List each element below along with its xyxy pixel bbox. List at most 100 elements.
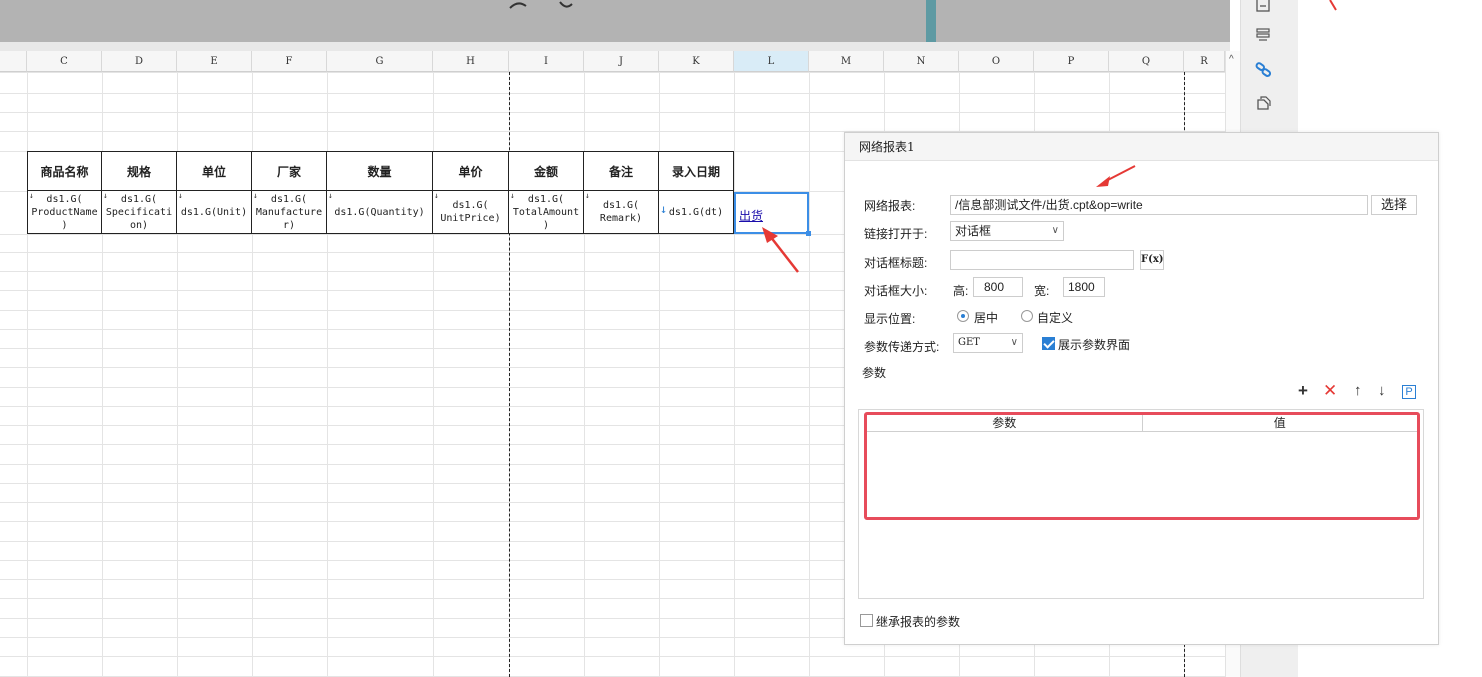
- table-data-cell[interactable]: ↓ ds1.G(UnitPrice): [433, 191, 509, 234]
- column-header-p[interactable]: P: [1034, 51, 1109, 72]
- table-header-cell[interactable]: 单位: [177, 151, 252, 191]
- chevron-down-icon: ∨: [1010, 337, 1018, 348]
- table-data-cell[interactable]: ↓ ds1.G(dt): [659, 191, 734, 234]
- expand-down-icon: ↓: [103, 191, 108, 200]
- cell-formula-line: r): [282, 219, 296, 231]
- table-header-cell[interactable]: 规格: [102, 151, 177, 191]
- annotation-arrow-icon: [1329, 0, 1337, 11]
- position-center-radio[interactable]: [957, 310, 969, 322]
- method-select[interactable]: GET ∨: [953, 333, 1023, 353]
- add-icon[interactable]: +: [1298, 381, 1308, 401]
- param-value-column-header: 值: [1273, 416, 1286, 430]
- table-data-cell[interactable]: ↓ ds1.G(Specificati on): [102, 191, 177, 234]
- table-data-cell[interactable]: ↓ ds1.G(TotalAmount): [509, 191, 584, 234]
- table-data-cell[interactable]: ↓ ds1.G(Unit): [177, 191, 252, 234]
- delete-icon[interactable]: ✕: [1323, 381, 1337, 401]
- table-data-cell[interactable]: ↓ ds1.G(Remark): [584, 191, 659, 234]
- params-table[interactable]: 参数 值: [864, 412, 1420, 520]
- column-header-e[interactable]: E: [177, 51, 252, 72]
- cell-formula: ds1.G(dt): [669, 206, 723, 219]
- table-data-cell[interactable]: ↓ ds1.G(Quantity): [327, 191, 433, 234]
- table-header-cell[interactable]: 商品名称: [27, 151, 102, 191]
- cell-formula: ds1.G(Specificati on): [106, 193, 172, 232]
- table-data-cell[interactable]: ↓ ds1.G(Manufacture r): [252, 191, 327, 234]
- table-header-cell[interactable]: 数量: [327, 151, 433, 191]
- cell-formula-line: ds1.G(: [120, 193, 158, 205]
- column-header-k[interactable]: K: [659, 51, 734, 72]
- column-header-c[interactable]: C: [27, 51, 102, 72]
- cell-formula-line: Manufacture: [255, 206, 323, 218]
- banner-strip: [926, 0, 936, 42]
- cell-formula-line: UnitPrice): [440, 213, 501, 224]
- formula-button[interactable]: F(x): [1140, 250, 1164, 270]
- cell-formula-line: ds1.G(: [270, 193, 308, 205]
- table-header-cell[interactable]: 录入日期: [659, 151, 734, 191]
- cell-formula: ds1.G(UnitPrice): [440, 199, 500, 225]
- expand-down-icon: ↓: [29, 191, 34, 200]
- table-header-cell[interactable]: 厂家: [252, 151, 327, 191]
- param-name-column-header: 参数: [867, 415, 1143, 431]
- chevron-down-icon: ∨: [1051, 225, 1059, 236]
- column-header-d[interactable]: D: [102, 51, 177, 72]
- table-header-cell[interactable]: 备注: [584, 151, 659, 191]
- table-header-cell[interactable]: 单价: [433, 151, 509, 191]
- row-gridline: [0, 112, 1225, 113]
- row-gridline: [0, 656, 1225, 657]
- show-params-checkbox[interactable]: [1042, 337, 1055, 350]
- method-value: GET: [958, 337, 980, 348]
- parameter-icon[interactable]: P: [1402, 385, 1416, 399]
- ship-link[interactable]: 出货: [739, 207, 763, 224]
- table-data-cell[interactable]: ↓ ds1.G(ProductName): [27, 191, 102, 234]
- position-custom-radio[interactable]: [1021, 310, 1033, 322]
- column-header-m[interactable]: M: [809, 51, 884, 72]
- expand-down-icon: ↓: [510, 191, 515, 200]
- column-header-j[interactable]: J: [584, 51, 659, 72]
- column-header-h[interactable]: H: [433, 51, 509, 72]
- move-down-icon[interactable]: ↓: [1378, 381, 1386, 401]
- choose-report-button[interactable]: 选择: [1371, 195, 1417, 215]
- expand-down-icon: ↓: [178, 191, 183, 200]
- column-header-i[interactable]: I: [509, 51, 584, 72]
- cell-formula-line: Specificati: [105, 206, 173, 218]
- banner-graphic: [509, 1, 573, 9]
- banner-divider: [0, 42, 1230, 51]
- expand-down-icon: ↓: [660, 202, 668, 216]
- banner-area: [0, 0, 1230, 42]
- column-header-n[interactable]: N: [884, 51, 959, 72]
- column-header-g[interactable]: G: [327, 51, 433, 72]
- inherit-params-checkbox[interactable]: [860, 614, 873, 627]
- row-header-corner: [0, 51, 27, 72]
- move-up-icon[interactable]: ↑: [1354, 381, 1362, 401]
- expand-down-icon: ↓: [253, 191, 258, 200]
- table-header-cell[interactable]: 金额: [509, 151, 584, 191]
- height-label: 高:: [953, 284, 969, 298]
- column-header-o[interactable]: O: [959, 51, 1034, 72]
- link-cell[interactable]: 出货: [734, 192, 809, 234]
- cell-formula-line: ds1.G(dt): [668, 206, 724, 218]
- hyperlink-icon[interactable]: [1252, 59, 1274, 81]
- column-header-r[interactable]: R: [1184, 51, 1225, 72]
- width-label: 宽:: [1034, 284, 1050, 298]
- column-header-f[interactable]: F: [252, 51, 327, 72]
- cell-formula-line: ProductName: [31, 206, 98, 218]
- column-header-q[interactable]: Q: [1109, 51, 1184, 72]
- width-input[interactable]: 1800: [1063, 277, 1105, 297]
- cell-formula: ds1.G(Manufacture r): [256, 193, 322, 232]
- column-header-l[interactable]: L: [734, 51, 809, 72]
- condition-attribute-icon[interactable]: [1252, 92, 1274, 114]
- widget-settings-icon[interactable]: [1252, 24, 1274, 46]
- dialog-size-label: 对话框大小:: [864, 284, 928, 298]
- cell-attribute-icon[interactable]: [1252, 0, 1274, 16]
- open-in-select[interactable]: 对话框 ∨: [950, 221, 1064, 241]
- scroll-up-icon[interactable]: ^: [1229, 54, 1234, 65]
- row-gridline: [0, 93, 1225, 94]
- cell-formula-line: ): [542, 219, 549, 231]
- cell-formula-line: ds1.G(: [602, 200, 640, 211]
- cell-resize-handle[interactable]: [806, 231, 811, 236]
- cell-formula: ds1.G(TotalAmount): [513, 193, 579, 232]
- report-designer: CDEFGHIJKLMNOPQR 商品名称 规格 单位 厂家 数量 单价 金额 备注 录入日期 …: [0, 0, 1482, 677]
- cell-formula-line: ds1.G(: [527, 193, 565, 205]
- report-path-input[interactable]: /信息部测试文件/出货.cpt&op=write: [950, 195, 1368, 215]
- dialog-title-input[interactable]: [950, 250, 1134, 270]
- height-input[interactable]: 800: [973, 277, 1023, 297]
